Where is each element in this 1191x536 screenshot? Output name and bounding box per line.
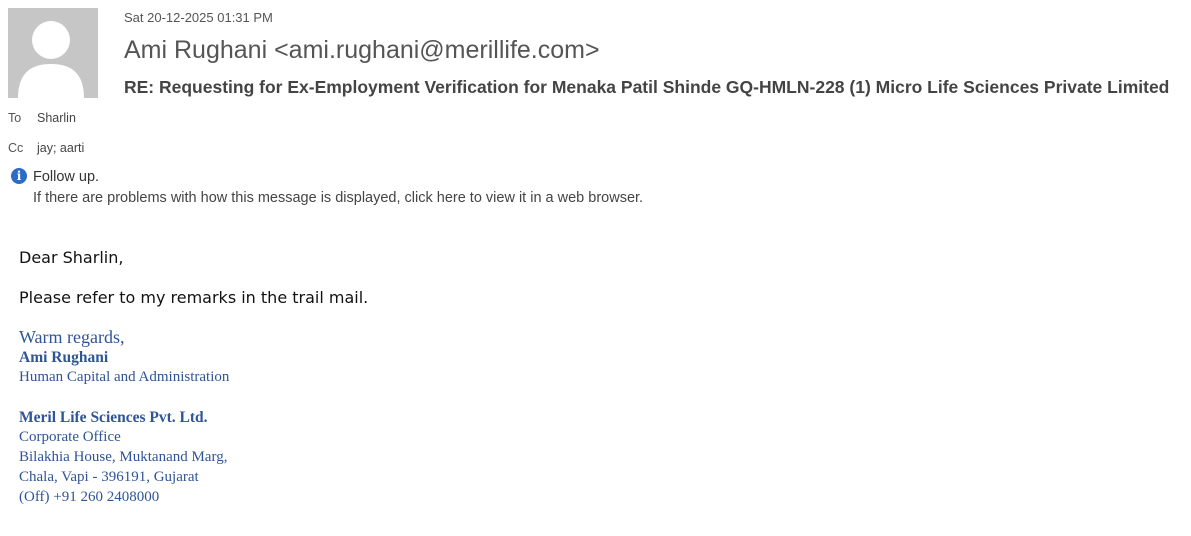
- email-body-text: Please refer to my remarks in the trail …: [19, 288, 369, 307]
- cc-label: Cc: [8, 141, 24, 155]
- signature-address-line2: Chala, Vapi - 396191, Gujarat: [19, 469, 199, 485]
- person-silhouette-icon: [8, 8, 98, 98]
- to-recipients[interactable]: Sharlin: [37, 111, 76, 125]
- sent-date: Sat 20-12-2025 01:31 PM: [124, 10, 273, 25]
- to-label: To: [8, 111, 22, 125]
- signature-name: Ami Rughani: [19, 349, 109, 366]
- sender-name[interactable]: Ami Rughani <ami.rughani@merillife.com>: [124, 36, 600, 65]
- email-subject: RE: Requesting for Ex-Employment Verific…: [124, 77, 1170, 97]
- signature-regards: Warm regards,: [19, 327, 125, 347]
- signature-phone: (Off) +91 260 2408000: [19, 489, 160, 505]
- signature-company: Meril Life Sciences Pvt. Ltd.: [19, 409, 208, 426]
- follow-up-flag: Follow up.: [33, 169, 100, 185]
- signature-department: Human Capital and Administration: [19, 369, 230, 385]
- view-in-browser-link[interactable]: If there are problems with how this mess…: [33, 190, 643, 206]
- info-icon: i: [11, 168, 27, 184]
- avatar: [8, 8, 98, 98]
- signature-office: Corporate Office: [19, 429, 121, 445]
- email-greeting: Dear Sharlin,: [19, 248, 124, 267]
- signature-address-line1: Bilakhia House, Muktanand Marg,: [19, 449, 228, 465]
- email-reading-pane: Sat 20-12-2025 01:31 PM Ami Rughani <ami…: [0, 0, 1191, 536]
- cc-recipients[interactable]: jay; aarti: [37, 141, 84, 155]
